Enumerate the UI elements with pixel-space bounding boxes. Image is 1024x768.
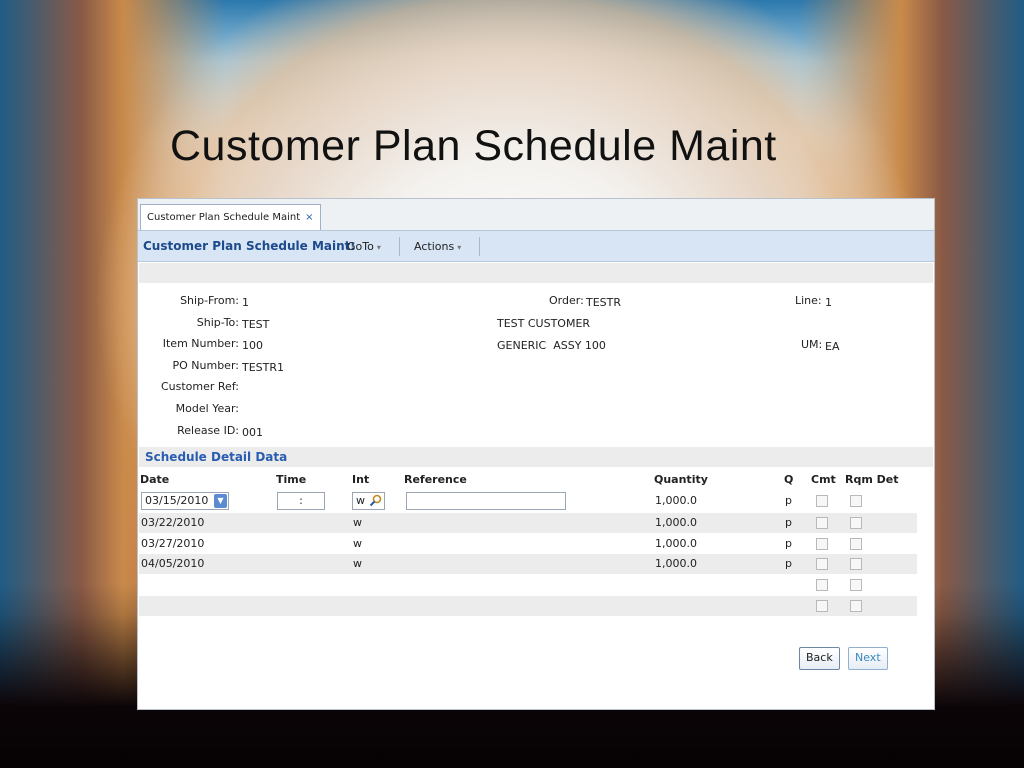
toolbar-divider: [479, 237, 480, 256]
date-value: 03/15/2010: [145, 494, 209, 507]
actions-label: Actions: [414, 240, 455, 253]
item-number-value: 100: [242, 339, 263, 352]
reference-input[interactable]: [406, 492, 566, 510]
item-description: GENERIC ASSY 100: [497, 339, 606, 352]
row-quantity: 1,000.0: [655, 516, 697, 529]
um-label: UM:: [801, 338, 823, 351]
model-year-label: Model Year:: [175, 402, 239, 415]
chevron-down-icon: ▾: [457, 243, 462, 252]
po-number-label: PO Number:: [172, 359, 240, 372]
app-panel: Customer Plan Schedule Maint × Customer P…: [137, 198, 935, 710]
table-row[interactable]: [139, 596, 917, 616]
item-number-label: Item Number:: [162, 337, 239, 350]
col-q: Q: [784, 473, 794, 486]
chevron-down-icon[interactable]: ▼: [214, 494, 227, 508]
quantity-value: 1,000.0: [655, 494, 697, 507]
col-int: Int: [352, 473, 370, 486]
po-number-value: TESTR1: [242, 361, 285, 374]
ship-from-label: Ship-From:: [180, 294, 239, 307]
row-q: p: [785, 537, 792, 550]
row-int: w: [353, 516, 362, 529]
row-quantity: 1,000.0: [655, 537, 697, 550]
col-cmt: Cmt: [811, 473, 836, 486]
goto-label: GoTo: [347, 240, 374, 253]
toolbar-divider: [399, 237, 400, 256]
tab-customer-plan-schedule[interactable]: Customer Plan Schedule Maint ×: [140, 204, 321, 230]
search-icon[interactable]: [369, 494, 382, 507]
toolbar-title: Customer Plan Schedule Maint:: [143, 239, 356, 253]
row-date: 03/27/2010: [141, 537, 205, 550]
table-row[interactable]: 04/05/2010 w 1,000.0 p: [139, 554, 917, 574]
cmt-checkbox[interactable]: [816, 495, 828, 507]
row-date: 03/22/2010: [141, 516, 205, 529]
col-reference: Reference: [404, 473, 467, 486]
actions-menu[interactable]: Actions ▾: [414, 240, 461, 253]
col-quantity: Quantity: [654, 473, 708, 486]
table-row[interactable]: 03/22/2010 w 1,000.0 p: [139, 513, 917, 533]
rqm-det-checkbox[interactable]: [850, 495, 862, 507]
row-int: w: [353, 537, 362, 550]
row-q: p: [785, 516, 792, 529]
rqm-det-checkbox[interactable]: [850, 538, 862, 550]
tab-label: Customer Plan Schedule Maint: [147, 212, 301, 223]
cmt-checkbox[interactable]: [816, 600, 828, 612]
table-row: 03/15/2010 ▼ : w 1,000.0 p: [139, 491, 917, 511]
schedule-section-header: Schedule Detail Data: [139, 447, 933, 467]
row-date: 04/05/2010: [141, 557, 205, 570]
rqm-det-checkbox[interactable]: [850, 600, 862, 612]
cmt-checkbox[interactable]: [816, 579, 828, 591]
cmt-checkbox[interactable]: [816, 558, 828, 570]
rqm-det-checkbox[interactable]: [850, 558, 862, 570]
col-rqm-det: Rqm Det: [845, 473, 899, 486]
slide-title: Customer Plan Schedule Maint: [170, 122, 777, 170]
rqm-det-checkbox[interactable]: [850, 579, 862, 591]
col-time: Time: [276, 473, 307, 486]
header-band: [139, 263, 933, 283]
toolbar: Customer Plan Schedule Maint: GoTo ▾ Acti…: [138, 231, 934, 262]
goto-menu[interactable]: GoTo ▾: [347, 240, 381, 253]
col-date: Date: [140, 473, 170, 486]
close-icon[interactable]: ×: [305, 212, 313, 223]
ship-from-value: 1: [242, 296, 249, 309]
release-id-label: Release ID:: [177, 424, 239, 437]
int-input[interactable]: w: [352, 492, 385, 510]
row-int: w: [353, 557, 362, 570]
cmt-checkbox[interactable]: [816, 517, 828, 529]
int-value: w: [356, 494, 365, 507]
q-value: p: [785, 494, 792, 507]
order-label: Order:: [549, 294, 584, 307]
table-row[interactable]: [139, 575, 917, 595]
back-button[interactable]: Back: [799, 647, 840, 670]
date-input[interactable]: 03/15/2010 ▼: [141, 492, 229, 510]
release-id-value: 001: [242, 426, 263, 439]
ship-to-label: Ship-To:: [196, 316, 239, 329]
line-value: 1: [825, 296, 832, 309]
chevron-down-icon: ▾: [376, 243, 381, 252]
customer-name: TEST CUSTOMER: [497, 317, 591, 330]
tab-strip: Customer Plan Schedule Maint ×: [138, 199, 934, 231]
schedule-section-title: Schedule Detail Data: [145, 450, 288, 464]
next-button[interactable]: Next: [848, 647, 888, 670]
time-value: :: [299, 494, 303, 507]
table-row[interactable]: 03/27/2010 w 1,000.0 p: [139, 534, 917, 554]
customer-ref-label: Customer Ref:: [160, 380, 239, 393]
line-label: Line:: [795, 294, 822, 307]
time-input[interactable]: :: [277, 492, 325, 510]
rqm-det-checkbox[interactable]: [850, 517, 862, 529]
order-value: TESTR: [586, 296, 622, 309]
um-value: EA: [825, 340, 840, 353]
cmt-checkbox[interactable]: [816, 538, 828, 550]
ship-to-value: TEST: [242, 318, 270, 331]
row-q: p: [785, 557, 792, 570]
row-quantity: 1,000.0: [655, 557, 697, 570]
